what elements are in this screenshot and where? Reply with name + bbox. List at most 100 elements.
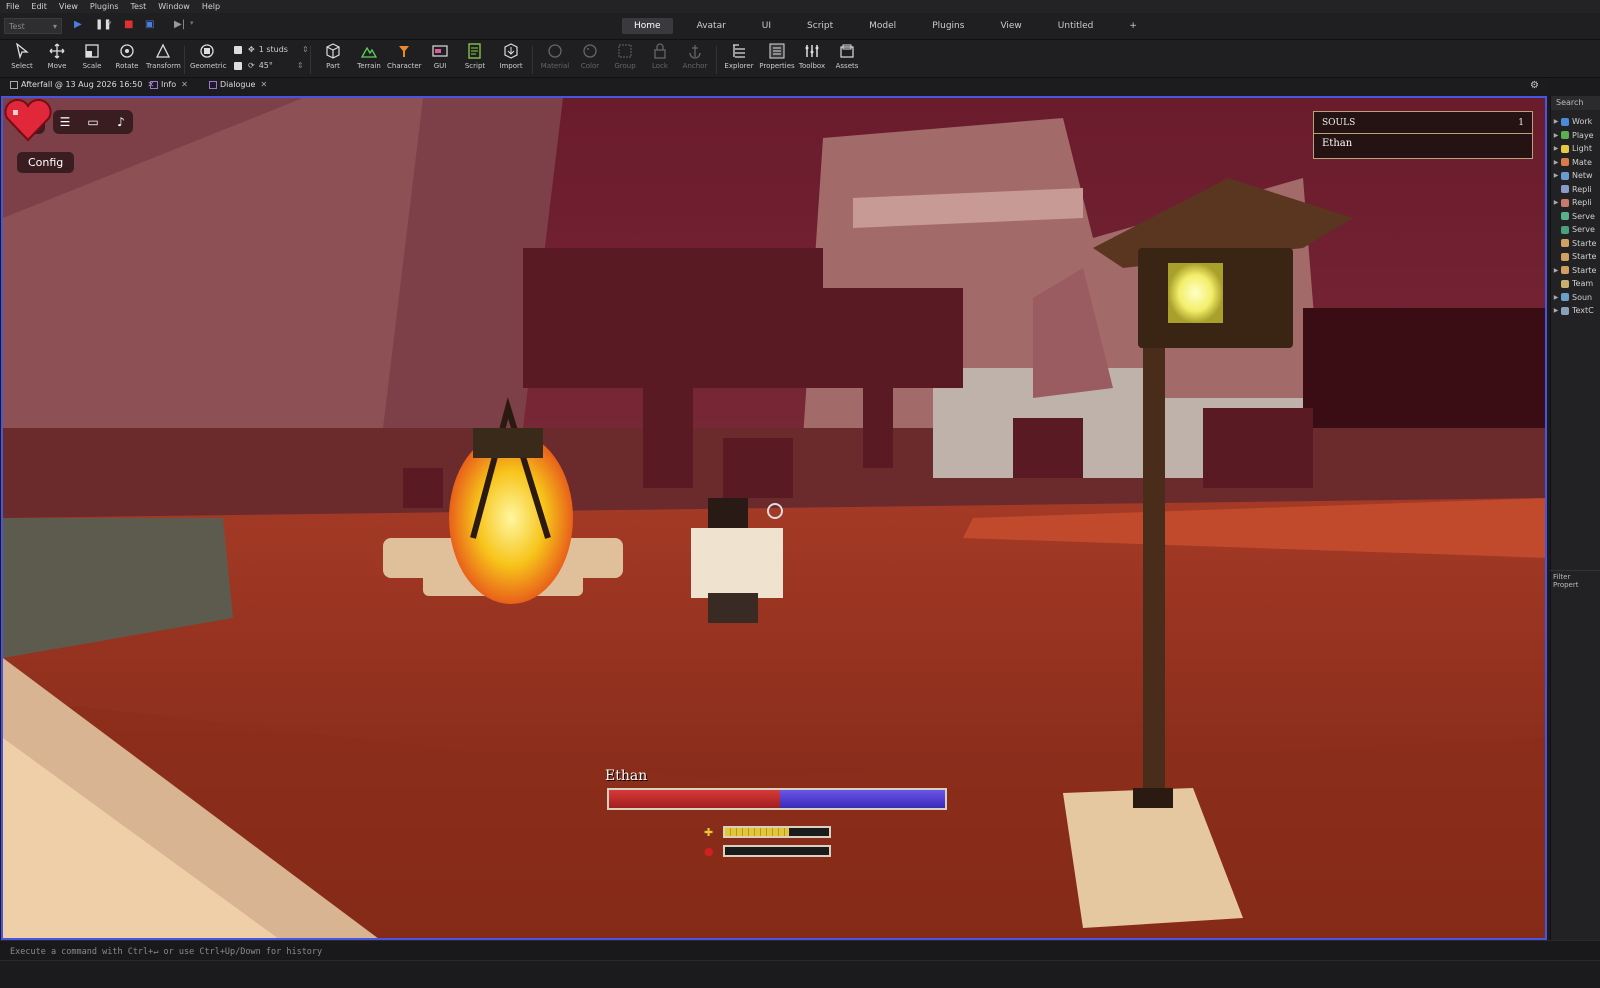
rotate-snap-icon: ⟳ [248, 61, 255, 70]
import-icon [504, 43, 518, 59]
expand-icon[interactable]: ▶ [1551, 159, 1561, 166]
anchor-tool[interactable]: Anchor [678, 43, 712, 70]
explorer-item-starter-pack[interactable]: Starte [1551, 250, 1600, 264]
toolbox-toggle[interactable]: Toolbox [795, 43, 829, 70]
step-icon[interactable]: ▶| [174, 19, 185, 30]
explorer-item-starter-player[interactable]: ▶ Starte [1551, 264, 1600, 278]
scene-render [3, 98, 1545, 938]
doc-tab-afterfall[interactable]: Afterfall @ 13 Aug 2026 16:50 ✕ [10, 80, 154, 89]
menu-window[interactable]: Window [152, 2, 196, 11]
tab-avatar[interactable]: Avatar [685, 18, 738, 34]
move-snap-setting[interactable]: ✥ 1 studs ⇕ [234, 45, 309, 54]
menu-help[interactable]: Help [196, 2, 226, 11]
heart-icon [4, 98, 52, 142]
geometric-tool[interactable]: Geometric [190, 43, 227, 70]
expand-icon[interactable]: ▶ [1551, 307, 1561, 314]
menu-view[interactable]: View [53, 2, 84, 11]
explorer-item-lighting[interactable]: ▶ Light [1551, 142, 1600, 156]
doc-tab-dialogue[interactable]: Dialogue ✕ [209, 80, 267, 89]
tab-model[interactable]: Model [857, 18, 908, 34]
expand-icon[interactable]: ▶ [1551, 267, 1561, 274]
tab-ui[interactable]: UI [750, 18, 783, 34]
lock-tool[interactable]: Lock [643, 43, 677, 70]
explorer-item-material[interactable]: ▶ Mate [1551, 156, 1600, 170]
expand-icon[interactable]: ▶ [1551, 294, 1561, 301]
menu-icon[interactable]: ☰ [57, 115, 73, 129]
tab-add[interactable]: + [1117, 18, 1149, 34]
menu-test[interactable]: Test [125, 2, 153, 11]
tab-home[interactable]: Home [622, 18, 673, 34]
lightbulb-icon [1561, 144, 1569, 153]
chevron-down-icon[interactable]: ▾ [190, 19, 194, 27]
material-icon [1561, 158, 1569, 167]
menu-edit[interactable]: Edit [25, 2, 53, 11]
tab-view[interactable]: View [988, 18, 1033, 34]
gear-icon[interactable]: ⚙ [1530, 80, 1539, 91]
stepper-icon[interactable]: ⇕ [297, 61, 304, 70]
stepper-icon[interactable]: ⇕ [302, 45, 309, 54]
explorer-item-replicated-storage[interactable]: ▶ Repli [1551, 196, 1600, 210]
filter-properties-input[interactable]: Filter Propert [1550, 570, 1600, 591]
close-icon[interactable]: ✕ [260, 80, 267, 89]
explorer-item-server-script[interactable]: Serve [1551, 210, 1600, 224]
rotate-tool[interactable]: Rotate [110, 43, 144, 70]
expand-icon[interactable]: ▶ [1551, 118, 1561, 125]
transform-tool[interactable]: Transform [146, 43, 181, 70]
explorer-item-sound[interactable]: ▶ Soun [1551, 291, 1600, 305]
group-tool[interactable]: Group [608, 43, 642, 70]
checkbox[interactable] [234, 61, 242, 70]
rotate-snap-setting[interactable]: ⟳ 45° ⇕ [234, 61, 304, 70]
color-tool[interactable]: Color [573, 43, 607, 70]
expand-icon[interactable]: ▶ [1551, 145, 1561, 152]
move-tool[interactable]: Move [40, 43, 74, 70]
script-tool[interactable]: Script [458, 43, 492, 70]
scale-tool[interactable]: Scale [75, 43, 109, 70]
explorer-toggle[interactable]: Explorer [722, 43, 756, 70]
game-viewport[interactable]: ◆ ☰ ▭ ♪ Config SOULS1 Ethan Ethan ✚ ● [1, 96, 1547, 940]
expand-icon[interactable]: ▶ [1551, 172, 1561, 179]
command-input[interactable]: Execute a command with Ctrl+↵ or use Ctr… [0, 941, 1600, 961]
material-tool[interactable]: Material [538, 43, 572, 70]
separator [310, 46, 311, 74]
menu-plugins[interactable]: Plugins [84, 2, 125, 11]
expand-icon[interactable]: ▶ [1551, 132, 1561, 139]
close-icon[interactable]: ✕ [181, 80, 188, 89]
explorer-item-server-storage[interactable]: Serve [1551, 223, 1600, 237]
starter-icon [1561, 252, 1569, 261]
explorer-item-network[interactable]: ▶ Netw [1551, 169, 1600, 183]
config-button[interactable]: Config [17, 152, 75, 173]
chevron-down-icon[interactable]: ▾ [108, 19, 112, 27]
client-server-icon[interactable]: ▣ [145, 19, 154, 30]
stamina-bar [723, 826, 831, 838]
properties-toggle[interactable]: Properties [759, 43, 795, 70]
checkbox[interactable] [234, 45, 242, 54]
terrain-tool[interactable]: Terrain [352, 43, 386, 70]
explorer-search[interactable]: Search [1551, 96, 1600, 110]
explorer-item-text-chat[interactable]: ▶ TextC [1551, 304, 1600, 318]
character-tool[interactable]: Character [387, 43, 422, 70]
health-fill [609, 790, 781, 808]
part-tool[interactable]: Part [316, 43, 350, 70]
import-tool[interactable]: Import [494, 43, 528, 70]
expand-icon[interactable]: ▶ [1551, 199, 1561, 206]
tab-plugins[interactable]: Plugins [920, 18, 976, 34]
mode-dropdown[interactable]: Test ▾ [4, 18, 62, 34]
explorer-item-starter-gui[interactable]: Starte [1551, 237, 1600, 251]
explorer-item-teams[interactable]: Team [1551, 277, 1600, 291]
chat-icon[interactable]: ▭ [85, 115, 101, 129]
select-tool[interactable]: Select [5, 43, 39, 70]
microphone-icon[interactable]: ♪ [113, 115, 129, 129]
ribbon-toolbar: Select Move Scale Rotate Transform Geome… [0, 40, 1600, 78]
explorer-item-workspace[interactable]: ▶ Work [1551, 115, 1600, 129]
play-icon[interactable]: ▶ [74, 19, 82, 30]
explorer-item-players[interactable]: ▶ Playe [1551, 129, 1600, 143]
menu-file[interactable]: File [0, 2, 25, 11]
explorer-item-replicated-first[interactable]: Repli [1551, 183, 1600, 197]
doc-tab-info[interactable]: Info ✕ [150, 80, 188, 89]
tab-script[interactable]: Script [795, 18, 845, 34]
assets-toggle[interactable]: Assets [830, 43, 864, 70]
tab-untitled[interactable]: Untitled [1046, 18, 1106, 34]
gui-tool[interactable]: GUI [423, 43, 457, 70]
stop-icon[interactable]: ■ [124, 19, 133, 30]
script-icon [209, 80, 217, 89]
